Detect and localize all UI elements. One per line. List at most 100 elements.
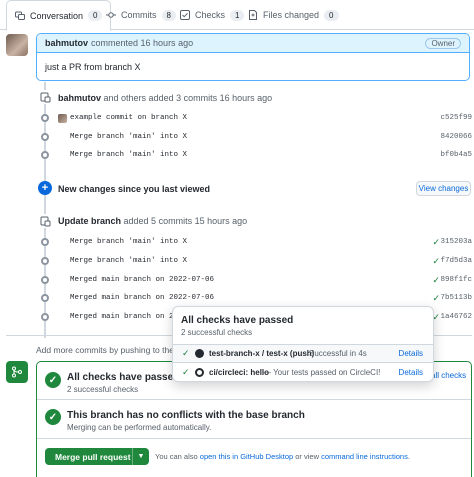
owner-badge: Owner	[425, 37, 461, 49]
chevron-down-icon[interactable]: ▼	[133, 453, 149, 460]
merge-button-label[interactable]: Merge pull request	[45, 448, 133, 465]
tab-count: 1	[230, 9, 245, 21]
commit-row: Merged main branch on 2022-07-06 ✓ 898f1…	[40, 273, 472, 287]
github-desktop-link[interactable]: open this in GitHub Desktop	[200, 452, 293, 461]
pr-tabs: Conversation 0 Commits 8 Checks 1 Files …	[0, 0, 474, 31]
commit-dot-icon	[41, 257, 49, 265]
commit-group-meta: and others added 3 commits 16 hours ago	[103, 93, 273, 103]
merge-alternatives: You can also open this in GitHub Desktop…	[155, 452, 410, 461]
check-icon[interactable]: ✓	[432, 237, 440, 248]
commit-row: Merge branch 'main' into X ✓ f7d5d3a	[40, 254, 472, 268]
tab-count: 8	[161, 9, 176, 21]
commit-icon	[106, 12, 116, 18]
repo-push-icon	[38, 90, 52, 104]
commit-dot-icon	[41, 294, 49, 302]
conflicts-subtitle: Merging can be performed automatically.	[67, 423, 212, 432]
check-circle-icon: ✓	[45, 409, 61, 425]
check-row: ✓ test-branch-x / test-x (push) Successf…	[173, 344, 433, 363]
tab-checks[interactable]: Checks 1	[180, 0, 245, 30]
commit-sha[interactable]: 8420066	[440, 133, 472, 141]
commit-message[interactable]: Merge branch 'main' into X	[70, 257, 187, 265]
check-icon[interactable]: ✓	[432, 256, 440, 267]
commit-row: Merge branch 'main' into X ✓ 315203a	[40, 235, 472, 249]
checklist-icon	[180, 10, 190, 20]
commit-group-header: Update branch added 5 commits 15 hours a…	[58, 216, 247, 226]
commit-row: example commit on branch X c525f99	[40, 111, 472, 125]
commit-message[interactable]: Merged main branch on 2022-07-06	[70, 276, 214, 284]
commit-message[interactable]: Merge branch 'main' into X	[70, 133, 187, 141]
comment-box: bahmutov commented 16 hours ago Owner ju…	[36, 33, 470, 81]
plus-icon: +	[38, 181, 52, 195]
commit-message[interactable]: example commit on branch X	[70, 114, 187, 122]
commit-message[interactable]: Merged main branch on 2022-07-06	[70, 294, 214, 302]
check-description: Successful in 4s	[309, 349, 367, 358]
tab-count: 0	[88, 10, 103, 21]
checks-status-subtitle: 2 successful checks	[67, 385, 139, 394]
merge-pull-request-button[interactable]: Merge pull request ▼	[45, 448, 149, 465]
also-mid: or view	[295, 452, 320, 461]
checks-popover: All checks have passed 2 successful chec…	[172, 306, 434, 382]
commit-sha[interactable]: 1a46762	[440, 313, 472, 321]
popover-subtitle: 2 successful checks	[181, 328, 253, 337]
tab-files-changed[interactable]: Files changed 0	[248, 0, 339, 30]
conversation-icon	[15, 11, 25, 20]
commit-sha[interactable]: f7d5d3a	[440, 257, 472, 265]
new-changes-text: New changes since you last viewed	[58, 184, 211, 194]
check-icon: ✓	[182, 367, 190, 377]
details-link[interactable]: Details	[399, 349, 423, 358]
popover-title: All checks have passed	[181, 315, 294, 326]
commit-message[interactable]: Merge branch 'main' into X	[70, 151, 187, 159]
tab-label: Conversation	[30, 10, 84, 21]
github-actions-icon	[195, 349, 204, 358]
commit-group-title[interactable]: Update branch	[58, 216, 121, 226]
tab-label: Files changed	[263, 10, 320, 20]
comment-author[interactable]: bahmutov	[45, 38, 88, 48]
check-icon: ✓	[182, 348, 190, 358]
avatar[interactable]	[6, 34, 28, 56]
tab-conversation[interactable]: Conversation 0	[6, 0, 112, 31]
commit-sha[interactable]: bf0b4a5	[440, 151, 472, 159]
circleci-icon	[195, 368, 204, 377]
check-name: test-branch-x / test-x (push)	[209, 349, 315, 358]
tab-label: Commits	[121, 10, 157, 20]
add-more-prefix: Add more commits by pushing to the	[36, 345, 174, 355]
commit-group-meta: added 5 commits 15 hours ago	[123, 216, 248, 226]
comment-meta[interactable]: commented 16 hours ago	[91, 38, 193, 48]
show-all-checks-link[interactable]: all checks	[431, 371, 466, 380]
file-diff-icon	[249, 10, 257, 20]
command-line-link[interactable]: command line instructions	[321, 452, 408, 461]
check-icon[interactable]: ✓	[432, 293, 440, 304]
divider	[37, 438, 471, 439]
tab-commits[interactable]: Commits 8	[106, 0, 176, 30]
commit-dot-icon	[41, 114, 49, 122]
commit-sha[interactable]: c525f99	[440, 114, 472, 122]
checks-status-title: All checks have passed	[67, 372, 180, 383]
commit-sha[interactable]: 7b5113b	[440, 294, 472, 302]
commit-row: Merge branch 'main' into X 8420066	[40, 130, 472, 144]
commit-message[interactable]: Merge branch 'main' into X	[70, 238, 187, 246]
check-row: ✓ ci/circleci: hello — Your tests passed…	[173, 363, 433, 382]
commit-sha[interactable]: 315203a	[440, 238, 472, 246]
check-name: ci/circleci: hello	[209, 368, 270, 377]
also-suffix: .	[407, 452, 410, 461]
commit-dot-icon	[41, 133, 49, 141]
commit-group-header: bahmutov and others added 3 commits 16 h…	[58, 93, 272, 103]
commit-dot-icon	[41, 276, 49, 284]
commit-row: Merge branch 'main' into X bf0b4a5	[40, 148, 472, 162]
comment-body: just a PR from branch X	[45, 62, 141, 72]
commit-author-avatar[interactable]	[58, 113, 67, 123]
commit-dot-icon	[41, 238, 49, 246]
details-link[interactable]: Details	[399, 368, 423, 377]
check-icon[interactable]: ✓	[432, 275, 440, 286]
also-prefix: You can also	[155, 452, 198, 461]
commit-group-author[interactable]: bahmutov	[58, 93, 101, 103]
commit-sha[interactable]: 898f1fc	[440, 276, 472, 284]
view-changes-button[interactable]: View changes	[416, 181, 471, 196]
conflicts-title: This branch has no conflicts with the ba…	[67, 410, 305, 421]
check-description: — Your tests passed on CircleCI!	[263, 368, 381, 377]
commit-dot-icon	[41, 313, 49, 321]
tab-count: 0	[324, 9, 339, 21]
commit-row: Merged main branch on 2022-07-06 ✓ 7b511…	[40, 291, 472, 305]
check-circle-icon: ✓	[45, 372, 61, 388]
repo-push-icon	[38, 214, 52, 228]
